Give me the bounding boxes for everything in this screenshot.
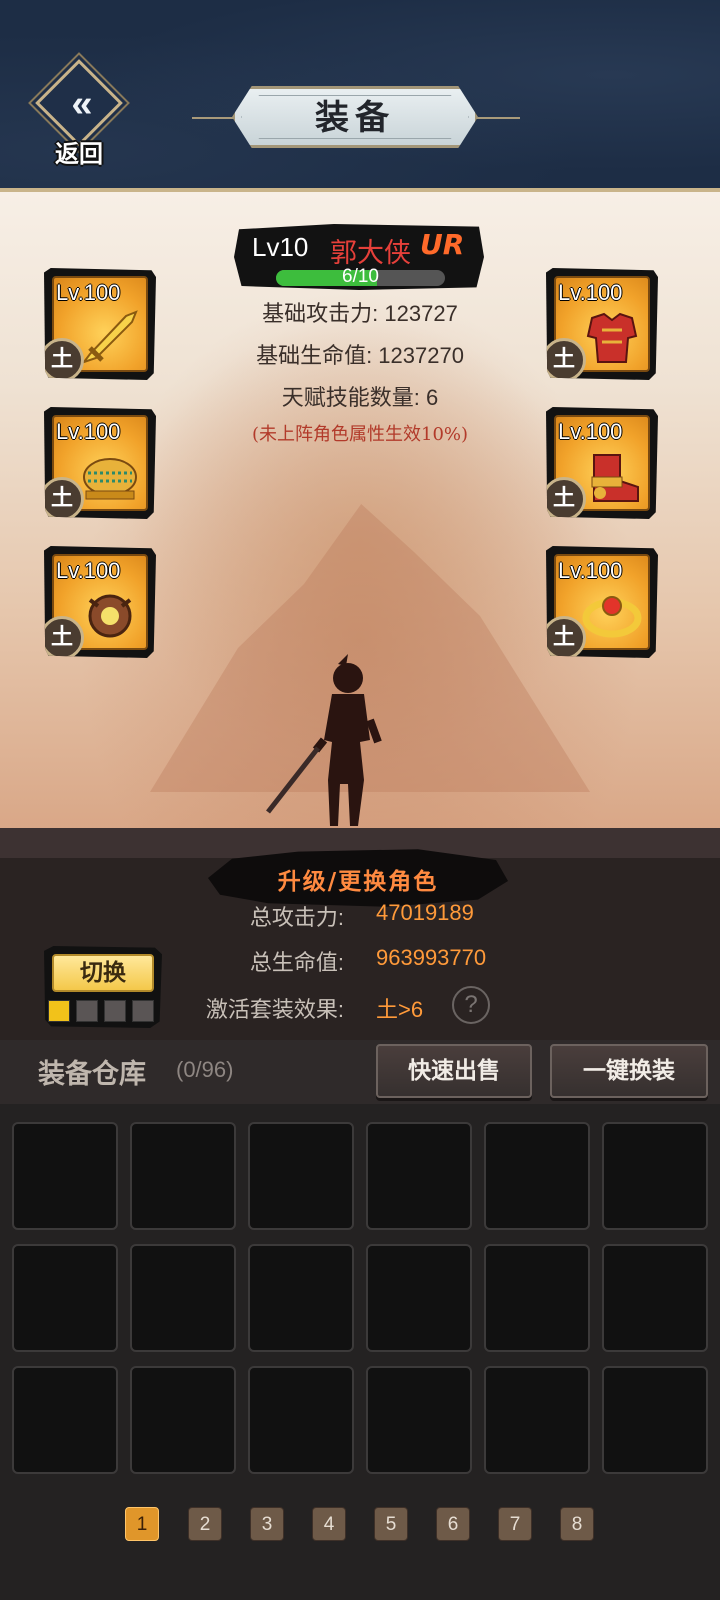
inventory-slot[interactable]: [248, 1366, 354, 1474]
page-button-2[interactable]: 2: [188, 1507, 222, 1541]
page-button-6[interactable]: 6: [436, 1507, 470, 1541]
base-attack-stat: 基础攻击力: 123727: [262, 301, 458, 326]
total-hp-value: 963993770: [376, 945, 487, 970]
total-hp-label: 总生命值:: [249, 950, 344, 975]
loadout-indicator-4[interactable]: [132, 1000, 154, 1022]
loadout-indicator-1[interactable]: [48, 1000, 70, 1022]
page-title: 装备: [315, 98, 395, 138]
inventory-slot[interactable]: [484, 1366, 590, 1474]
inventory-slot[interactable]: [366, 1366, 472, 1474]
page-button-5[interactable]: 5: [374, 1507, 408, 1541]
inventory-slot[interactable]: [602, 1366, 708, 1474]
loadout-indicator-2[interactable]: [76, 1000, 98, 1022]
equip-level: Lv.100: [558, 558, 623, 583]
inventory-slot[interactable]: [484, 1122, 590, 1230]
ring-icon: [582, 596, 642, 638]
hero-level: Lv10: [252, 232, 309, 262]
equip-level: Lv.100: [558, 419, 623, 444]
set-effect-label: 激活套装效果:: [205, 997, 344, 1022]
inactive-bonus-note: (未上阵角色属性生效10%): [251, 424, 469, 445]
hero-name: 郭大侠: [330, 238, 411, 268]
inventory-slot[interactable]: [366, 1122, 472, 1230]
set-help-button[interactable]: ?: [452, 986, 490, 1024]
inventory-slot[interactable]: [130, 1122, 236, 1230]
talent-count-stat: 天赋技能数量: 6: [281, 385, 439, 410]
total-attack-label: 总攻击力:: [249, 905, 344, 930]
page-button-3[interactable]: 3: [250, 1507, 284, 1541]
inventory-slot[interactable]: [12, 1366, 118, 1474]
equip-slot-boots[interactable]: Lv.100 土: [546, 407, 658, 519]
inventory-slot[interactable]: [602, 1244, 708, 1352]
equip-level: Lv.100: [558, 280, 623, 305]
switch-loadout-button[interactable]: 切换: [52, 954, 154, 992]
set-effect-value: 土>6: [376, 997, 424, 1022]
inventory-slot[interactable]: [12, 1122, 118, 1230]
equip-slot-weapon[interactable]: Lv.100 土: [44, 268, 156, 380]
armor-icon: [586, 312, 638, 363]
inventory-slot[interactable]: [366, 1244, 472, 1352]
boots-icon: [591, 454, 639, 502]
page-button-7[interactable]: 7: [498, 1507, 532, 1541]
upgrade-change-hero-label: 升级/更换角色: [277, 868, 439, 895]
back-label: 返回: [55, 139, 103, 168]
hero-rarity-badge: UR: [420, 228, 465, 261]
equip-level: Lv.100: [56, 419, 121, 444]
helmet-icon: [83, 458, 137, 500]
equip-all-button[interactable]: 一键换装: [550, 1044, 708, 1098]
hero-silhouette: [266, 654, 382, 826]
inventory-slot[interactable]: [484, 1244, 590, 1352]
amulet-icon: [88, 594, 132, 638]
equip-slot-helmet[interactable]: Lv.100 土: [44, 407, 156, 519]
warehouse-count: (0/96): [176, 1057, 234, 1082]
hero-xp-text: 6/10: [342, 266, 379, 287]
inventory-slot[interactable]: [602, 1122, 708, 1230]
back-button[interactable]: « 返回: [30, 59, 128, 168]
equip-slot-amulet[interactable]: Lv.100 土: [44, 546, 156, 658]
equip-slot-ring[interactable]: Lv.100 土: [546, 546, 658, 658]
inventory-slot[interactable]: [248, 1244, 354, 1352]
page-button-1[interactable]: 1: [125, 1507, 159, 1541]
inventory-slot[interactable]: [130, 1244, 236, 1352]
equip-level: Lv.100: [56, 280, 121, 305]
back-arrow-icon: «: [71, 83, 93, 125]
total-attack-value: 47019189: [376, 900, 474, 925]
quick-sell-button[interactable]: 快速出售: [376, 1044, 532, 1098]
inventory-slot[interactable]: [130, 1366, 236, 1474]
page-button-8[interactable]: 8: [560, 1507, 594, 1541]
title-plate: 装备: [232, 86, 478, 148]
warehouse-title: 装备仓库: [38, 1059, 146, 1090]
page-button-4[interactable]: 4: [312, 1507, 346, 1541]
base-hp-stat: 基础生命值: 1237270: [256, 343, 464, 368]
equip-level: Lv.100: [56, 558, 121, 583]
loadout-indicator-3[interactable]: [104, 1000, 126, 1022]
inventory-slot[interactable]: [248, 1122, 354, 1230]
sword-icon: [81, 310, 138, 364]
inventory-slot[interactable]: [12, 1244, 118, 1352]
equip-slot-armor[interactable]: Lv.100 土: [546, 268, 658, 380]
